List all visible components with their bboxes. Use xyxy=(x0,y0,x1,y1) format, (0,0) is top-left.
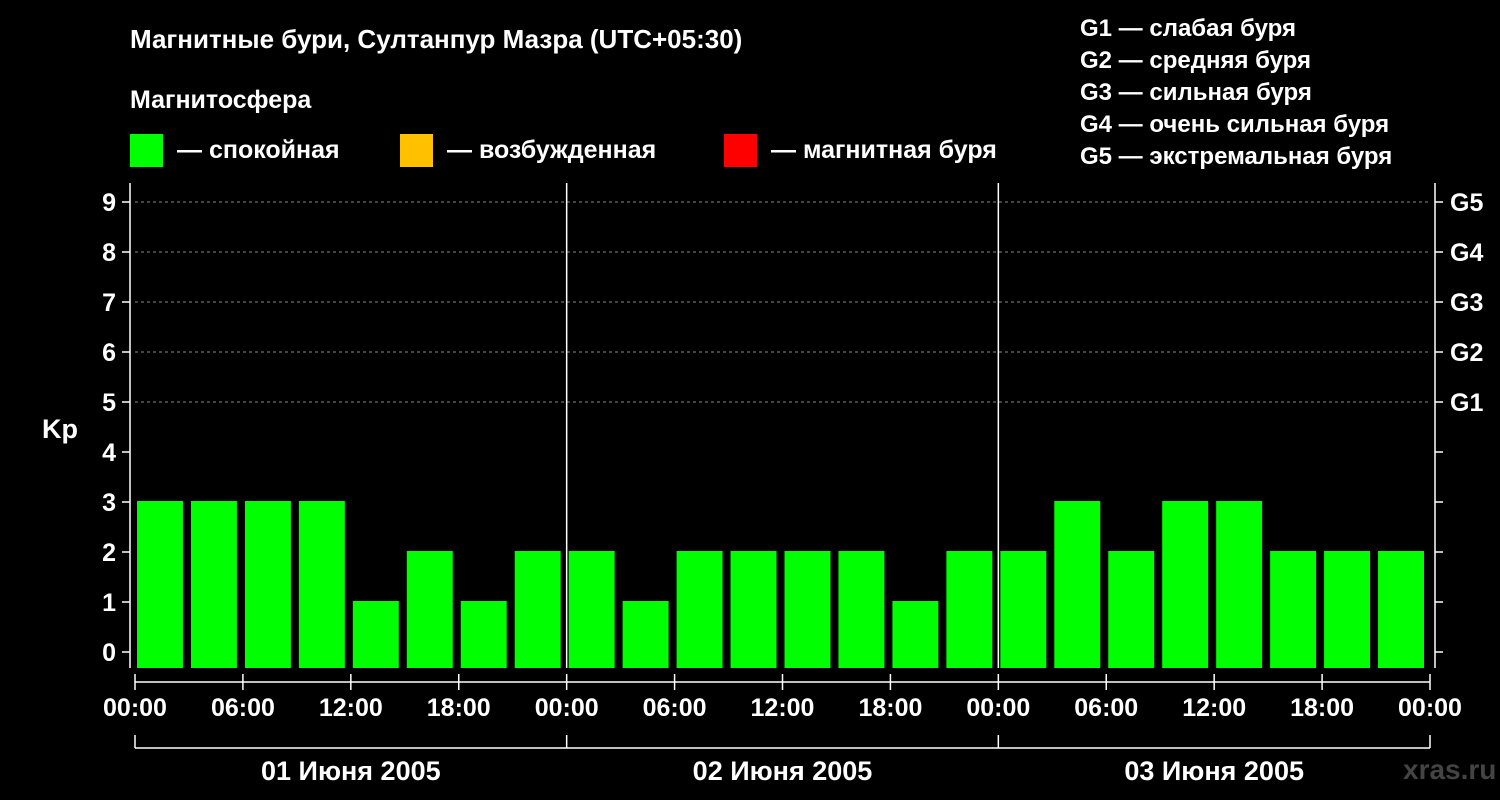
y-tick-label: 9 xyxy=(102,189,116,217)
x-tick-label: 06:00 xyxy=(1074,694,1138,722)
x-tick-label: 00:00 xyxy=(103,694,167,722)
x-tick-label: 00:00 xyxy=(966,694,1030,722)
kp-bar xyxy=(1162,501,1209,668)
kp-bar xyxy=(676,551,723,668)
kp-bar xyxy=(298,501,345,668)
x-tick-label: 12:00 xyxy=(319,694,383,722)
kp-bar xyxy=(514,551,561,668)
kp-bar xyxy=(568,551,615,668)
x-tick-label: 06:00 xyxy=(211,694,275,722)
y-tick-label: 6 xyxy=(102,339,116,367)
x-tick-label: 18:00 xyxy=(427,694,491,722)
y-tick-label: 4 xyxy=(102,439,116,467)
y-tick-label: 1 xyxy=(102,589,116,617)
y-tick-label: 2 xyxy=(102,539,116,567)
g-level-label: G4 xyxy=(1450,239,1483,267)
kp-bar xyxy=(137,501,183,668)
y-axis-title: Kp xyxy=(42,414,78,444)
kp-bar xyxy=(1270,551,1317,668)
kp-bar xyxy=(946,551,993,668)
kp-bar xyxy=(1378,551,1424,668)
kp-bar xyxy=(1216,501,1263,668)
kp-bar xyxy=(1108,551,1155,668)
day-label: 03 Июня 2005 xyxy=(1124,756,1304,786)
kp-bar xyxy=(460,601,507,668)
kp-bar xyxy=(406,551,453,668)
kp-bar xyxy=(892,601,939,668)
x-tick-label: 18:00 xyxy=(858,694,922,722)
g-level-label: G1 xyxy=(1450,389,1483,417)
g-level-label: G2 xyxy=(1450,339,1483,367)
watermark: xras.ru xyxy=(1403,754,1497,785)
kp-bar xyxy=(1324,551,1371,668)
kp-bar xyxy=(730,551,777,668)
kp-bar-chart: 0 1 2 3 4 5 6 7 8 9 G1 G2 G3 G4 G5 Kp 00:00 06:00 12:00 18:… xyxy=(42,183,1483,786)
kp-bar xyxy=(190,501,237,668)
day-label: 02 Июня 2005 xyxy=(693,756,873,786)
kp-bar xyxy=(1054,501,1101,668)
kp-bar xyxy=(244,501,291,668)
y-tick-label: 8 xyxy=(102,239,116,267)
y-tick-label: 0 xyxy=(102,639,116,667)
y-tick-label: 5 xyxy=(102,389,116,417)
x-tick-label: 06:00 xyxy=(643,694,707,722)
x-tick-label: 00:00 xyxy=(535,694,599,722)
kp-bar xyxy=(352,601,399,668)
kp-bar xyxy=(1000,551,1047,668)
x-tick-label: 18:00 xyxy=(1290,694,1354,722)
y-tick-label: 7 xyxy=(102,289,116,317)
x-tick-label: 12:00 xyxy=(751,694,815,722)
g-level-label: G3 xyxy=(1450,289,1483,317)
g-level-label: G5 xyxy=(1450,189,1483,217)
day-label: 01 Июня 2005 xyxy=(261,756,441,786)
kp-bar xyxy=(838,551,885,668)
y-tick-label: 3 xyxy=(102,489,116,517)
x-tick-label: 00:00 xyxy=(1398,694,1462,722)
kp-bar xyxy=(784,551,831,668)
kp-bar xyxy=(622,601,669,668)
x-tick-label: 12:00 xyxy=(1182,694,1246,722)
